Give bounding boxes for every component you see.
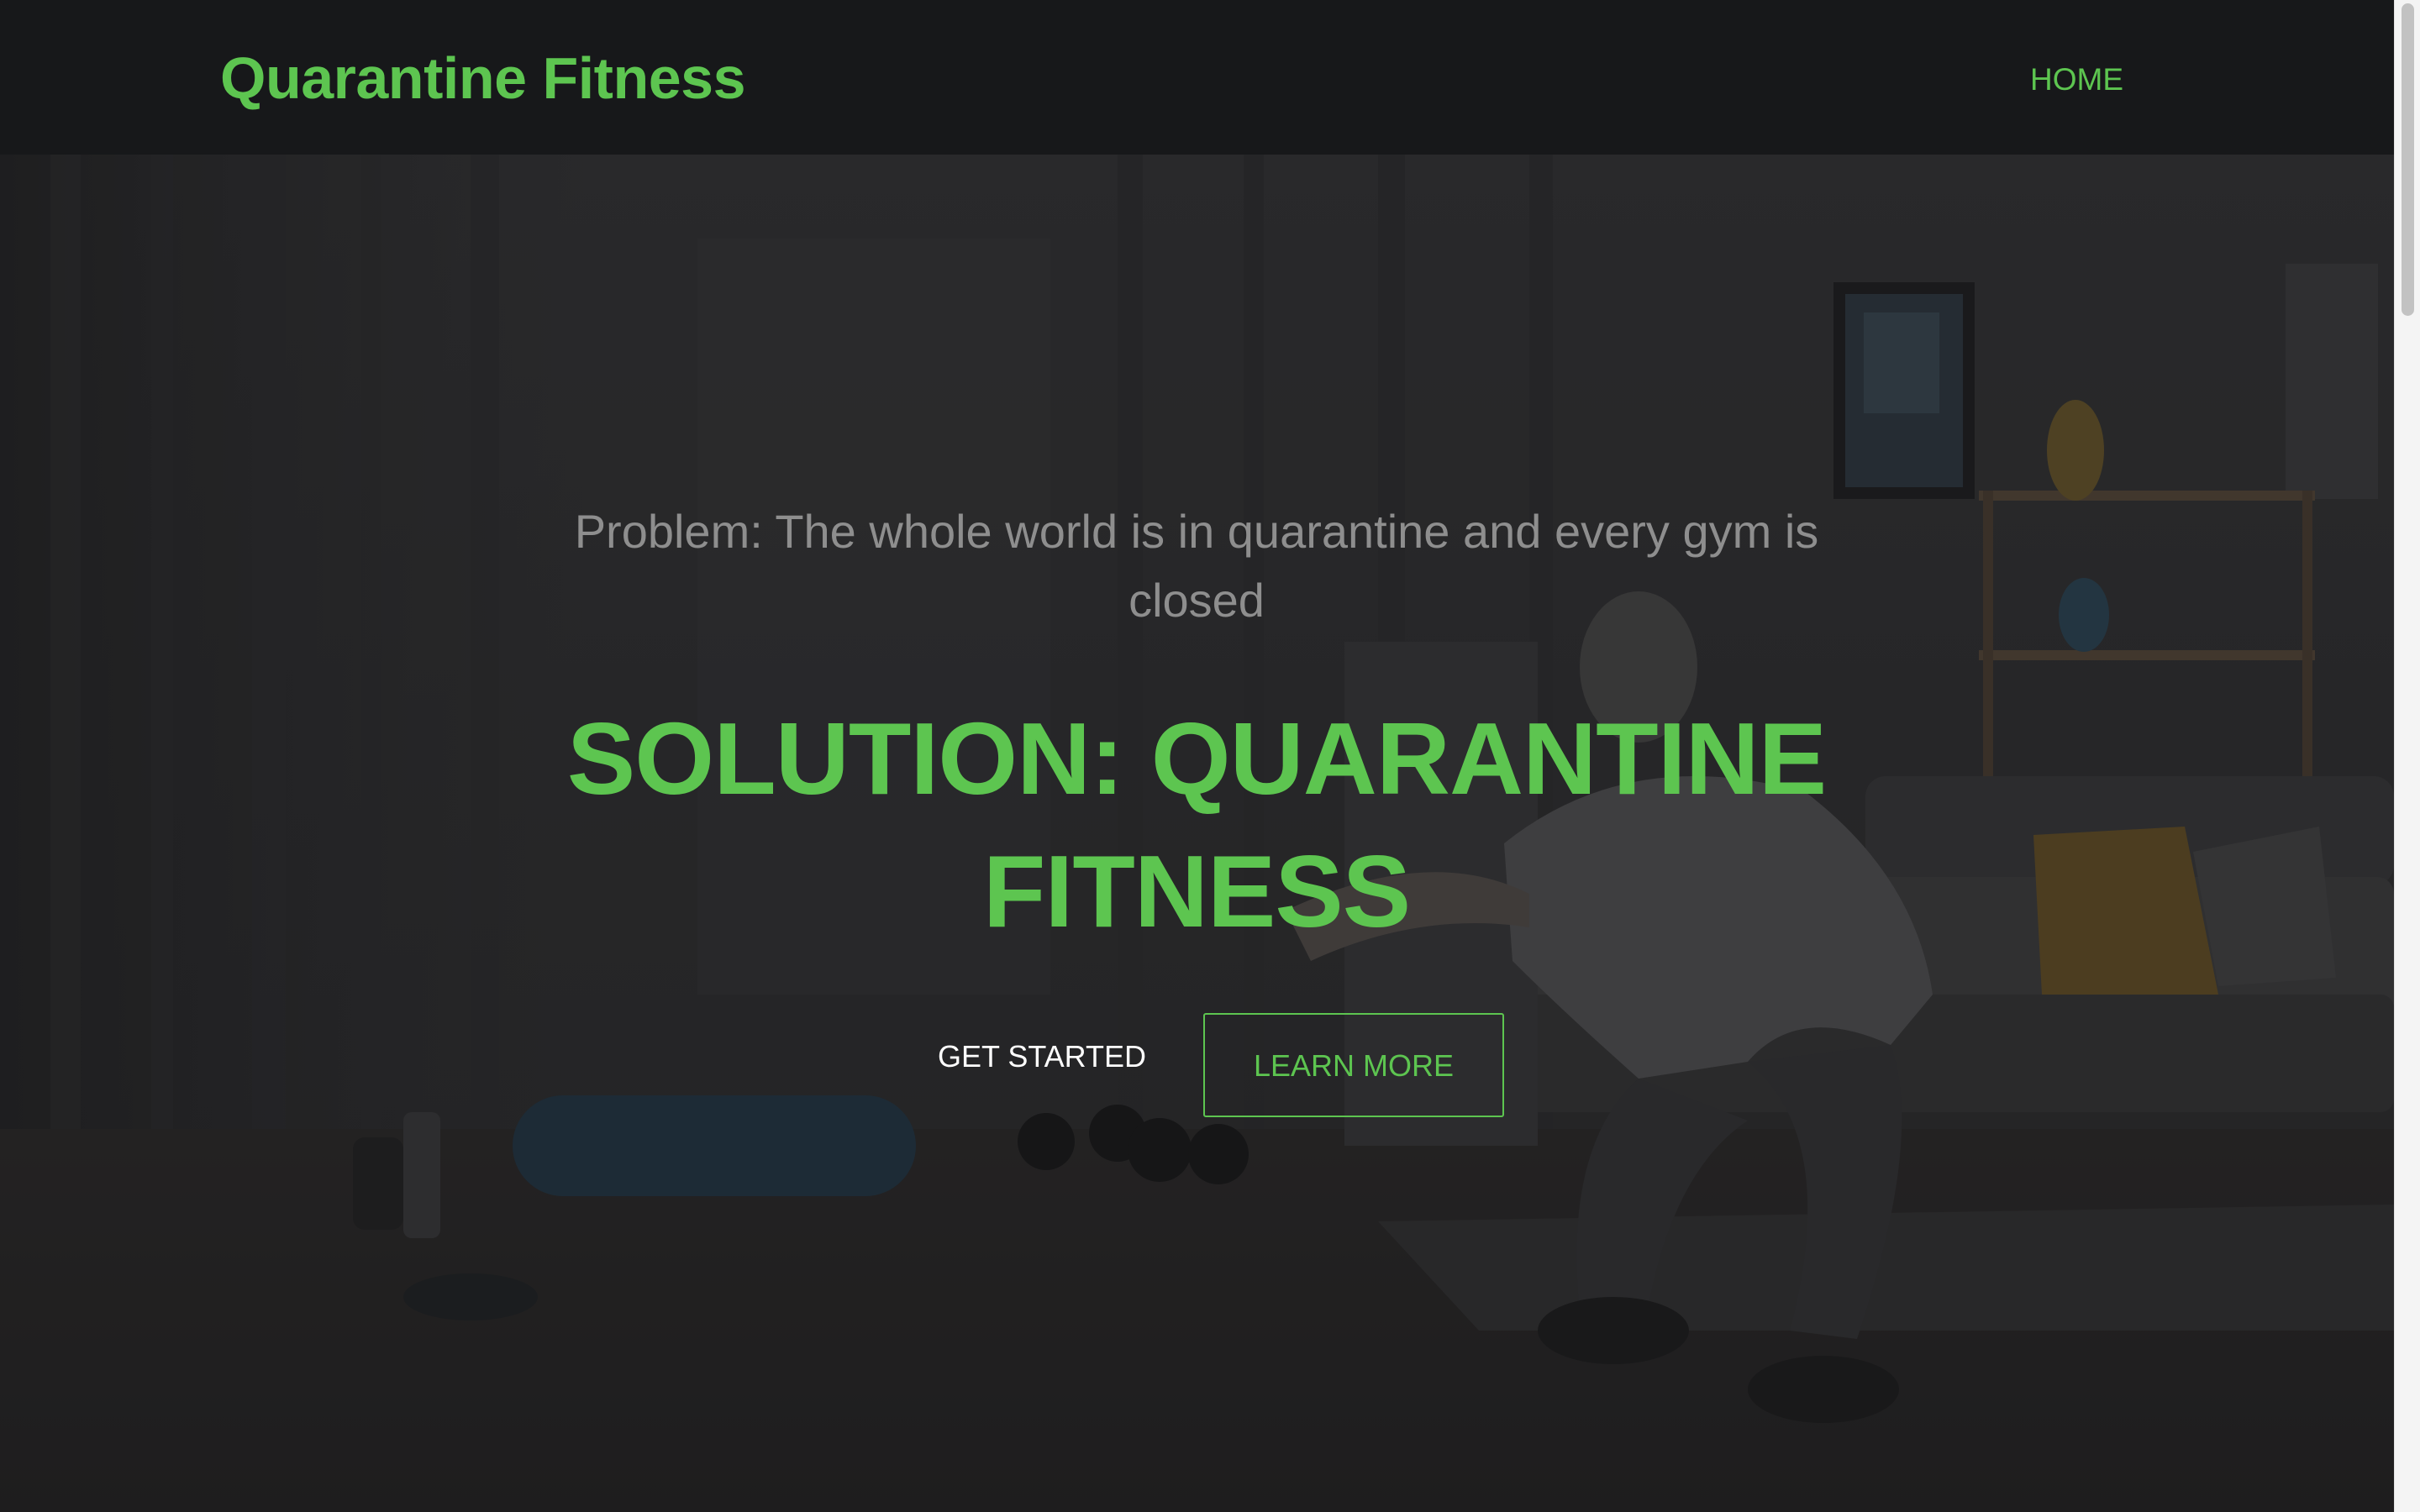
hero-content: Problem: The whole world is in quarantin…: [0, 155, 2394, 1512]
page-scrollbar[interactable]: [2394, 0, 2420, 1512]
problem-statement: Problem: The whole world is in quarantin…: [574, 505, 1819, 627]
landing-page: Quarantine Fitness HOME Problem: The who…: [0, 0, 2394, 1512]
scrollbar-thumb[interactable]: [2402, 3, 2414, 316]
hero-section: Problem: The whole world is in quarantin…: [0, 155, 2394, 1512]
learn-more-button[interactable]: LEARN MORE: [1203, 1013, 1504, 1117]
brand-logo[interactable]: Quarantine Fitness: [220, 40, 746, 116]
nav-link-home[interactable]: HOME: [2030, 59, 2123, 101]
solution-heading: SOLUTION: QUARANTINE FITNESS: [566, 701, 1827, 948]
navbar: Quarantine Fitness HOME: [0, 0, 2394, 155]
get-started-button[interactable]: GET STARTED: [908, 1013, 1176, 1099]
